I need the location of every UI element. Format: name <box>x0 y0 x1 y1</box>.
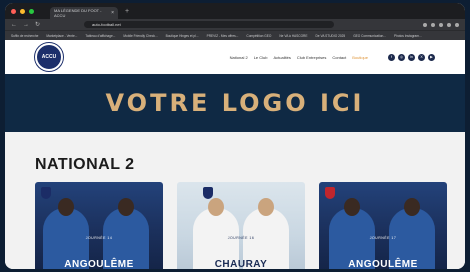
bookmark-item[interactable]: Suffix de recherche <box>11 34 38 38</box>
banner-text: VOTRE LOGO ICI <box>105 89 365 117</box>
close-tab-icon[interactable]: × <box>111 10 114 16</box>
opponent-name: CHAURAY <box>214 259 268 269</box>
player-head <box>344 198 360 216</box>
player-head <box>404 198 420 216</box>
new-tab-button[interactable]: + <box>125 8 129 15</box>
facebook-icon[interactable]: f <box>388 53 395 61</box>
matchday-label: JOURNÉE 17 <box>369 236 397 240</box>
team-badge-icon <box>325 187 335 199</box>
match-card[interactable]: JOURNÉE 16 CHAURAY <box>177 182 305 269</box>
x-icon[interactable]: X <box>418 53 425 61</box>
reload-icon[interactable]: ↻ <box>35 21 40 28</box>
player-head <box>258 198 274 216</box>
tab-title: MA LÉGENDE DU FOOT - ACCU <box>54 8 102 18</box>
matchday-label: JOURNÉE 16 <box>227 236 255 240</box>
nav-item-boutique[interactable]: Boutique <box>352 55 368 60</box>
bookmark-item[interactable]: Compétition GEO <box>246 34 271 38</box>
social-links: f ◎ in X ▶ <box>388 53 435 61</box>
player-head <box>208 198 224 216</box>
player-head <box>118 198 134 216</box>
nav-item-le-club[interactable]: Le Club <box>254 55 268 60</box>
nav-item-national-2[interactable]: National 2 <box>230 55 248 60</box>
extensions-area <box>423 22 459 27</box>
minimize-window-button[interactable] <box>20 8 25 14</box>
site-header: ACCU National 2 Le Club Actualités Club … <box>5 40 465 74</box>
maximize-window-button[interactable] <box>29 8 34 14</box>
linkedin-icon[interactable]: in <box>408 53 415 61</box>
opponent-name: ANGOULÊME <box>64 259 134 269</box>
bookmark-item[interactable]: Mobile Friendly Check... <box>123 34 157 38</box>
matchday-label: JOURNÉE 14 <box>85 236 113 240</box>
instagram-icon[interactable]: ◎ <box>398 53 405 61</box>
nav-item-contact[interactable]: Contact <box>332 55 346 60</box>
club-logo[interactable]: ACCU <box>35 43 63 71</box>
bookmark-item[interactable]: GEO Communication... <box>353 34 386 38</box>
bookmark-item[interactable]: Marketplace - Vente... <box>46 34 77 38</box>
bookmarks-bar: Suffix de recherche Marketplace - Vente.… <box>5 30 465 40</box>
url-field[interactable]: auto-football.net <box>84 21 335 28</box>
extension-icon[interactable] <box>439 22 443 27</box>
browser-window: MA LÉGENDE DU FOOT - ACCU × + ← → ↻ auto… <box>5 3 465 269</box>
back-icon[interactable]: ← <box>11 22 17 28</box>
nav-item-actualites[interactable]: Actualités <box>273 55 290 60</box>
opponent-name: ANGOULÊME <box>348 259 418 269</box>
player-head <box>58 198 74 216</box>
tab-bar: MA LÉGENDE DU FOOT - ACCU × + <box>5 3 465 19</box>
bookmark-item[interactable]: Tableau d'affichage... <box>85 34 115 38</box>
extension-icon[interactable] <box>423 22 427 27</box>
main-content: NATIONAL 2 JOURNÉE 14 ANGOULÊME JOURNÉE … <box>5 132 465 269</box>
match-cards: JOURNÉE 14 ANGOULÊME JOURNÉE 16 CHAURAY … <box>35 182 447 269</box>
forward-icon[interactable]: → <box>23 22 29 28</box>
address-bar-row: ← → ↻ auto-football.net <box>5 19 465 30</box>
section-title: NATIONAL 2 <box>35 156 135 173</box>
team-badge-icon <box>41 187 51 199</box>
close-window-button[interactable] <box>11 8 16 14</box>
match-card[interactable]: JOURNÉE 17 ANGOULÊME <box>319 182 447 269</box>
extension-icon[interactable] <box>431 22 435 27</box>
team-badge-icon <box>203 187 213 199</box>
extension-icon[interactable] <box>447 22 451 27</box>
browser-tab[interactable]: MA LÉGENDE DU FOOT - ACCU × <box>50 7 118 19</box>
nav-item-club-entreprises[interactable]: Club Entreprises <box>297 55 327 60</box>
bookmark-item[interactable]: Ne VA à HASCORE <box>279 34 307 38</box>
main-nav: National 2 Le Club Actualités Club Entre… <box>230 55 368 60</box>
profile-icon[interactable] <box>455 22 459 27</box>
url-text: auto-football.net <box>92 22 121 27</box>
youtube-icon[interactable]: ▶ <box>428 53 435 61</box>
bookmark-item[interactable]: Photos Instagram... <box>394 34 422 38</box>
bookmark-item[interactable]: PREVIZ - Mes offres... <box>207 34 239 38</box>
bookmark-item[interactable]: De VA STUDIO 2025 <box>315 34 345 38</box>
match-card[interactable]: JOURNÉE 14 ANGOULÊME <box>35 182 163 269</box>
bookmark-item[interactable]: Boutique Hinges et pl... <box>166 34 199 38</box>
logo-text: ACCU <box>41 54 57 60</box>
logo-banner: VOTRE LOGO ICI <box>5 74 465 132</box>
